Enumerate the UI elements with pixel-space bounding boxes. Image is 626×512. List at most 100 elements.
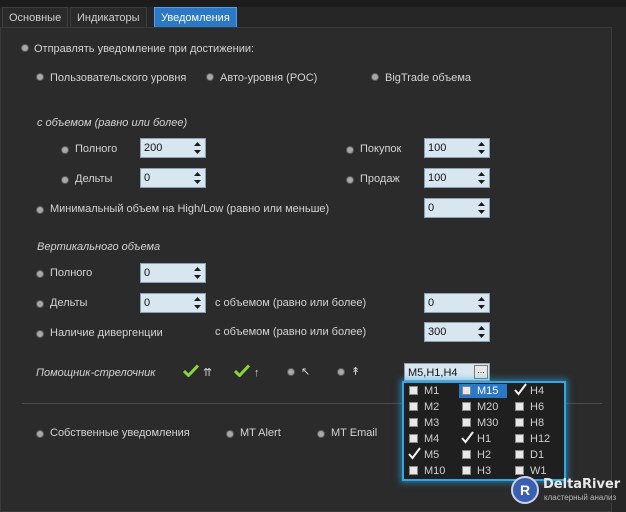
volume-buy-label: Покупок bbox=[360, 143, 402, 155]
level-user-label: Пользовательского уровня bbox=[50, 72, 187, 84]
timeframe-option[interactable]: M1 bbox=[406, 384, 454, 398]
mt-email-label: MT Email bbox=[331, 427, 378, 439]
checkbox[interactable] bbox=[462, 450, 471, 459]
own-notify-radio[interactable] bbox=[37, 431, 43, 437]
checkbox[interactable] bbox=[515, 418, 524, 427]
checkmark-icon[interactable] bbox=[233, 364, 251, 380]
timeframe-option[interactable]: D1 bbox=[512, 448, 560, 462]
level-auto-radio[interactable] bbox=[207, 74, 213, 80]
mt-alert-label: MT Alert bbox=[240, 427, 281, 439]
mt-alert-radio[interactable] bbox=[227, 431, 233, 437]
timeframes-more-button[interactable]: ... bbox=[474, 365, 488, 379]
timeframe-option[interactable]: H8 bbox=[512, 416, 560, 430]
checkbox[interactable] bbox=[409, 386, 418, 395]
helper-opt4-radio[interactable] bbox=[338, 369, 344, 375]
vertical-div-radio[interactable] bbox=[37, 331, 43, 337]
timeframe-option[interactable]: M4 bbox=[406, 432, 454, 446]
stepper-arrows-icon[interactable] bbox=[193, 266, 202, 280]
timeframe-option-label: M4 bbox=[424, 433, 440, 445]
stepper-arrows-icon[interactable] bbox=[193, 296, 202, 310]
volume-delta-stepper[interactable]: 0 bbox=[140, 168, 206, 188]
vertical-full-stepper[interactable]: 0 bbox=[140, 263, 206, 283]
checkmark-icon[interactable] bbox=[514, 383, 527, 396]
timeframe-option-label: D1 bbox=[530, 449, 545, 461]
checkbox[interactable] bbox=[515, 466, 524, 475]
checkbox[interactable] bbox=[409, 466, 418, 475]
logo-subtitle: кластерный анализ bbox=[544, 493, 617, 502]
stepper-value: 100 bbox=[428, 142, 447, 154]
vertical-delta-stepper[interactable]: 0 bbox=[140, 293, 206, 313]
timeframe-option[interactable]: H1 bbox=[459, 431, 507, 446]
timeframe-option[interactable]: H3 bbox=[459, 464, 507, 478]
checkbox[interactable] bbox=[515, 450, 524, 459]
level-bigtrade-radio[interactable] bbox=[372, 74, 378, 80]
volume-full-stepper[interactable]: 200 bbox=[140, 138, 206, 158]
timeframe-option[interactable]: M10 bbox=[406, 464, 454, 478]
stepper-arrows-icon[interactable] bbox=[193, 171, 202, 185]
volume-delta-label: Дельты bbox=[75, 173, 113, 185]
notify-enable-radio[interactable] bbox=[22, 45, 28, 51]
volume-buy-stepper[interactable]: 100 bbox=[424, 138, 490, 158]
timeframe-option-label: H3 bbox=[477, 465, 492, 477]
timeframe-option-label: H4 bbox=[530, 385, 545, 397]
minvol-radio[interactable] bbox=[37, 207, 43, 213]
stepper-value: 0 bbox=[428, 297, 435, 309]
stepper-value: 100 bbox=[428, 172, 447, 184]
stepper-value: 0 bbox=[144, 267, 151, 279]
timeframe-option[interactable]: H6 bbox=[512, 400, 560, 414]
stepper-arrows-icon[interactable] bbox=[477, 325, 486, 339]
checkbox[interactable] bbox=[462, 418, 471, 427]
timeframe-option[interactable]: H2 bbox=[459, 448, 507, 462]
checkbox[interactable] bbox=[409, 418, 418, 427]
vertical-div-label: Наличие дивергенции bbox=[50, 327, 163, 339]
checkbox[interactable] bbox=[515, 402, 524, 411]
vertical-full-radio[interactable] bbox=[37, 271, 43, 277]
timeframe-option[interactable]: M15 bbox=[459, 384, 507, 398]
timeframe-option[interactable]: H4 bbox=[512, 383, 560, 398]
stepper-arrows-icon[interactable] bbox=[477, 296, 486, 310]
volume-sell-stepper[interactable]: 100 bbox=[424, 168, 490, 188]
timeframe-option-label: M2 bbox=[424, 401, 440, 413]
stepper-arrows-icon[interactable] bbox=[477, 141, 486, 155]
checkbox[interactable] bbox=[462, 466, 471, 475]
volume-buy-radio[interactable] bbox=[347, 147, 353, 153]
deltariver-logo: R DeltaRiver кластерный анализ bbox=[511, 476, 621, 506]
helper-opt3-radio[interactable] bbox=[288, 369, 294, 375]
tab-indicators[interactable]: Индикаторы bbox=[70, 7, 147, 27]
stepper-arrows-icon[interactable] bbox=[477, 171, 486, 185]
volume-full-radio[interactable] bbox=[62, 147, 68, 153]
volume-delta-radio[interactable] bbox=[62, 177, 68, 183]
tab-notifications[interactable]: Уведомления bbox=[154, 7, 237, 27]
timeframe-option[interactable]: M20 bbox=[459, 400, 507, 414]
timeframe-option[interactable]: M30 bbox=[459, 416, 507, 430]
checkbox[interactable] bbox=[409, 434, 418, 443]
checkmark-icon[interactable] bbox=[461, 431, 474, 444]
timeframe-option-label: H6 bbox=[530, 401, 545, 413]
timeframe-option-label: M5 bbox=[424, 449, 440, 461]
checkbox[interactable] bbox=[462, 386, 471, 395]
volume-sell-radio[interactable] bbox=[347, 177, 353, 183]
minvol-stepper[interactable]: 0 bbox=[424, 198, 490, 218]
checkmark-icon[interactable] bbox=[182, 364, 200, 380]
timeframe-option-label: H8 bbox=[530, 417, 545, 429]
vertical-delta-cond-stepper[interactable]: 0 bbox=[424, 293, 490, 313]
level-user-radio[interactable] bbox=[37, 74, 43, 80]
timeframe-option[interactable]: H12 bbox=[512, 432, 560, 446]
timeframe-option[interactable]: M2 bbox=[406, 400, 454, 414]
vertical-delta-radio[interactable] bbox=[37, 301, 43, 307]
stepper-value: 0 bbox=[144, 297, 151, 309]
checkbox[interactable] bbox=[515, 434, 524, 443]
stepper-arrows-icon[interactable] bbox=[477, 201, 486, 215]
mt-email-radio[interactable] bbox=[318, 431, 324, 437]
timeframe-option[interactable]: M3 bbox=[406, 416, 454, 430]
tab-main[interactable]: Основные bbox=[2, 7, 69, 27]
timeframes-field[interactable]: M5,H1,H4 ... bbox=[404, 363, 490, 381]
checkbox[interactable] bbox=[409, 402, 418, 411]
stepper-arrows-icon[interactable] bbox=[193, 141, 202, 155]
timeframe-popup: M1 M15 H4 M2 M20 H6 M3 M30 H8 M4 H1 H12 M5 H2 D1 M10 H3 W… bbox=[402, 381, 566, 481]
helper-opt1-label: ⇈ bbox=[203, 367, 213, 379]
timeframe-option[interactable]: M5 bbox=[406, 447, 454, 462]
vertical-div-cond-stepper[interactable]: 300 bbox=[424, 322, 490, 342]
checkmark-icon[interactable] bbox=[408, 447, 421, 460]
checkbox[interactable] bbox=[462, 402, 471, 411]
